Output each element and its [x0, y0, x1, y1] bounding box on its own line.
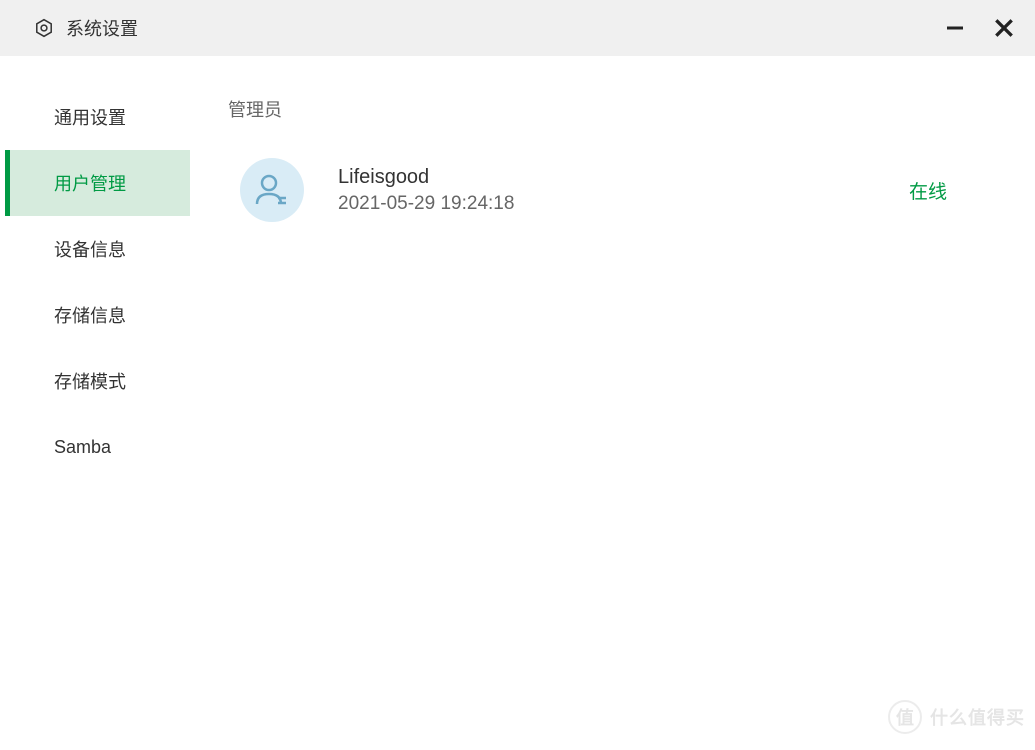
title-bar-left: 系统设置	[34, 15, 138, 41]
close-button[interactable]	[993, 17, 1015, 39]
window-title: 系统设置	[66, 15, 138, 41]
watermark-text: 什么值得买	[930, 704, 1025, 730]
settings-icon	[34, 18, 54, 38]
window-controls	[945, 17, 1015, 39]
sidebar-item-label: 存储信息	[54, 302, 126, 328]
sidebar-item-users[interactable]: 用户管理	[10, 150, 190, 216]
user-icon	[252, 170, 292, 210]
sidebar-item-label: Samba	[54, 437, 111, 458]
user-status: 在线	[909, 177, 947, 204]
sidebar-item-samba[interactable]: Samba	[10, 414, 190, 480]
avatar	[240, 158, 304, 222]
watermark-badge: 值	[888, 700, 922, 734]
sidebar-item-label: 通用设置	[54, 104, 126, 130]
minimize-button[interactable]	[945, 18, 965, 38]
title-bar: 系统设置	[0, 0, 1035, 56]
sidebar-item-storage-mode[interactable]: 存储模式	[10, 348, 190, 414]
user-info: Lifeisgood 2021-05-29 19:24:18	[338, 166, 909, 215]
sidebar-item-label: 设备信息	[54, 236, 126, 262]
content-area: 管理员 Lifeisgood 2021-05-29 19:24:18 在线	[190, 56, 1035, 750]
sidebar-item-device[interactable]: 设备信息	[10, 216, 190, 282]
sidebar-item-label: 用户管理	[54, 170, 126, 196]
sidebar-item-storage-info[interactable]: 存储信息	[10, 282, 190, 348]
sidebar-item-general[interactable]: 通用设置	[10, 84, 190, 150]
sidebar-item-label: 存储模式	[54, 368, 126, 394]
sidebar: 通用设置 用户管理 设备信息 存储信息 存储模式 Samba	[5, 56, 190, 750]
user-row[interactable]: Lifeisgood 2021-05-29 19:24:18 在线	[228, 150, 997, 230]
watermark: 值 什么值得买	[888, 700, 1025, 734]
body: 通用设置 用户管理 设备信息 存储信息 存储模式 Samba 管理员	[0, 56, 1035, 750]
section-title: 管理员	[228, 96, 997, 122]
user-timestamp: 2021-05-29 19:24:18	[338, 193, 909, 215]
user-name: Lifeisgood	[338, 166, 909, 189]
